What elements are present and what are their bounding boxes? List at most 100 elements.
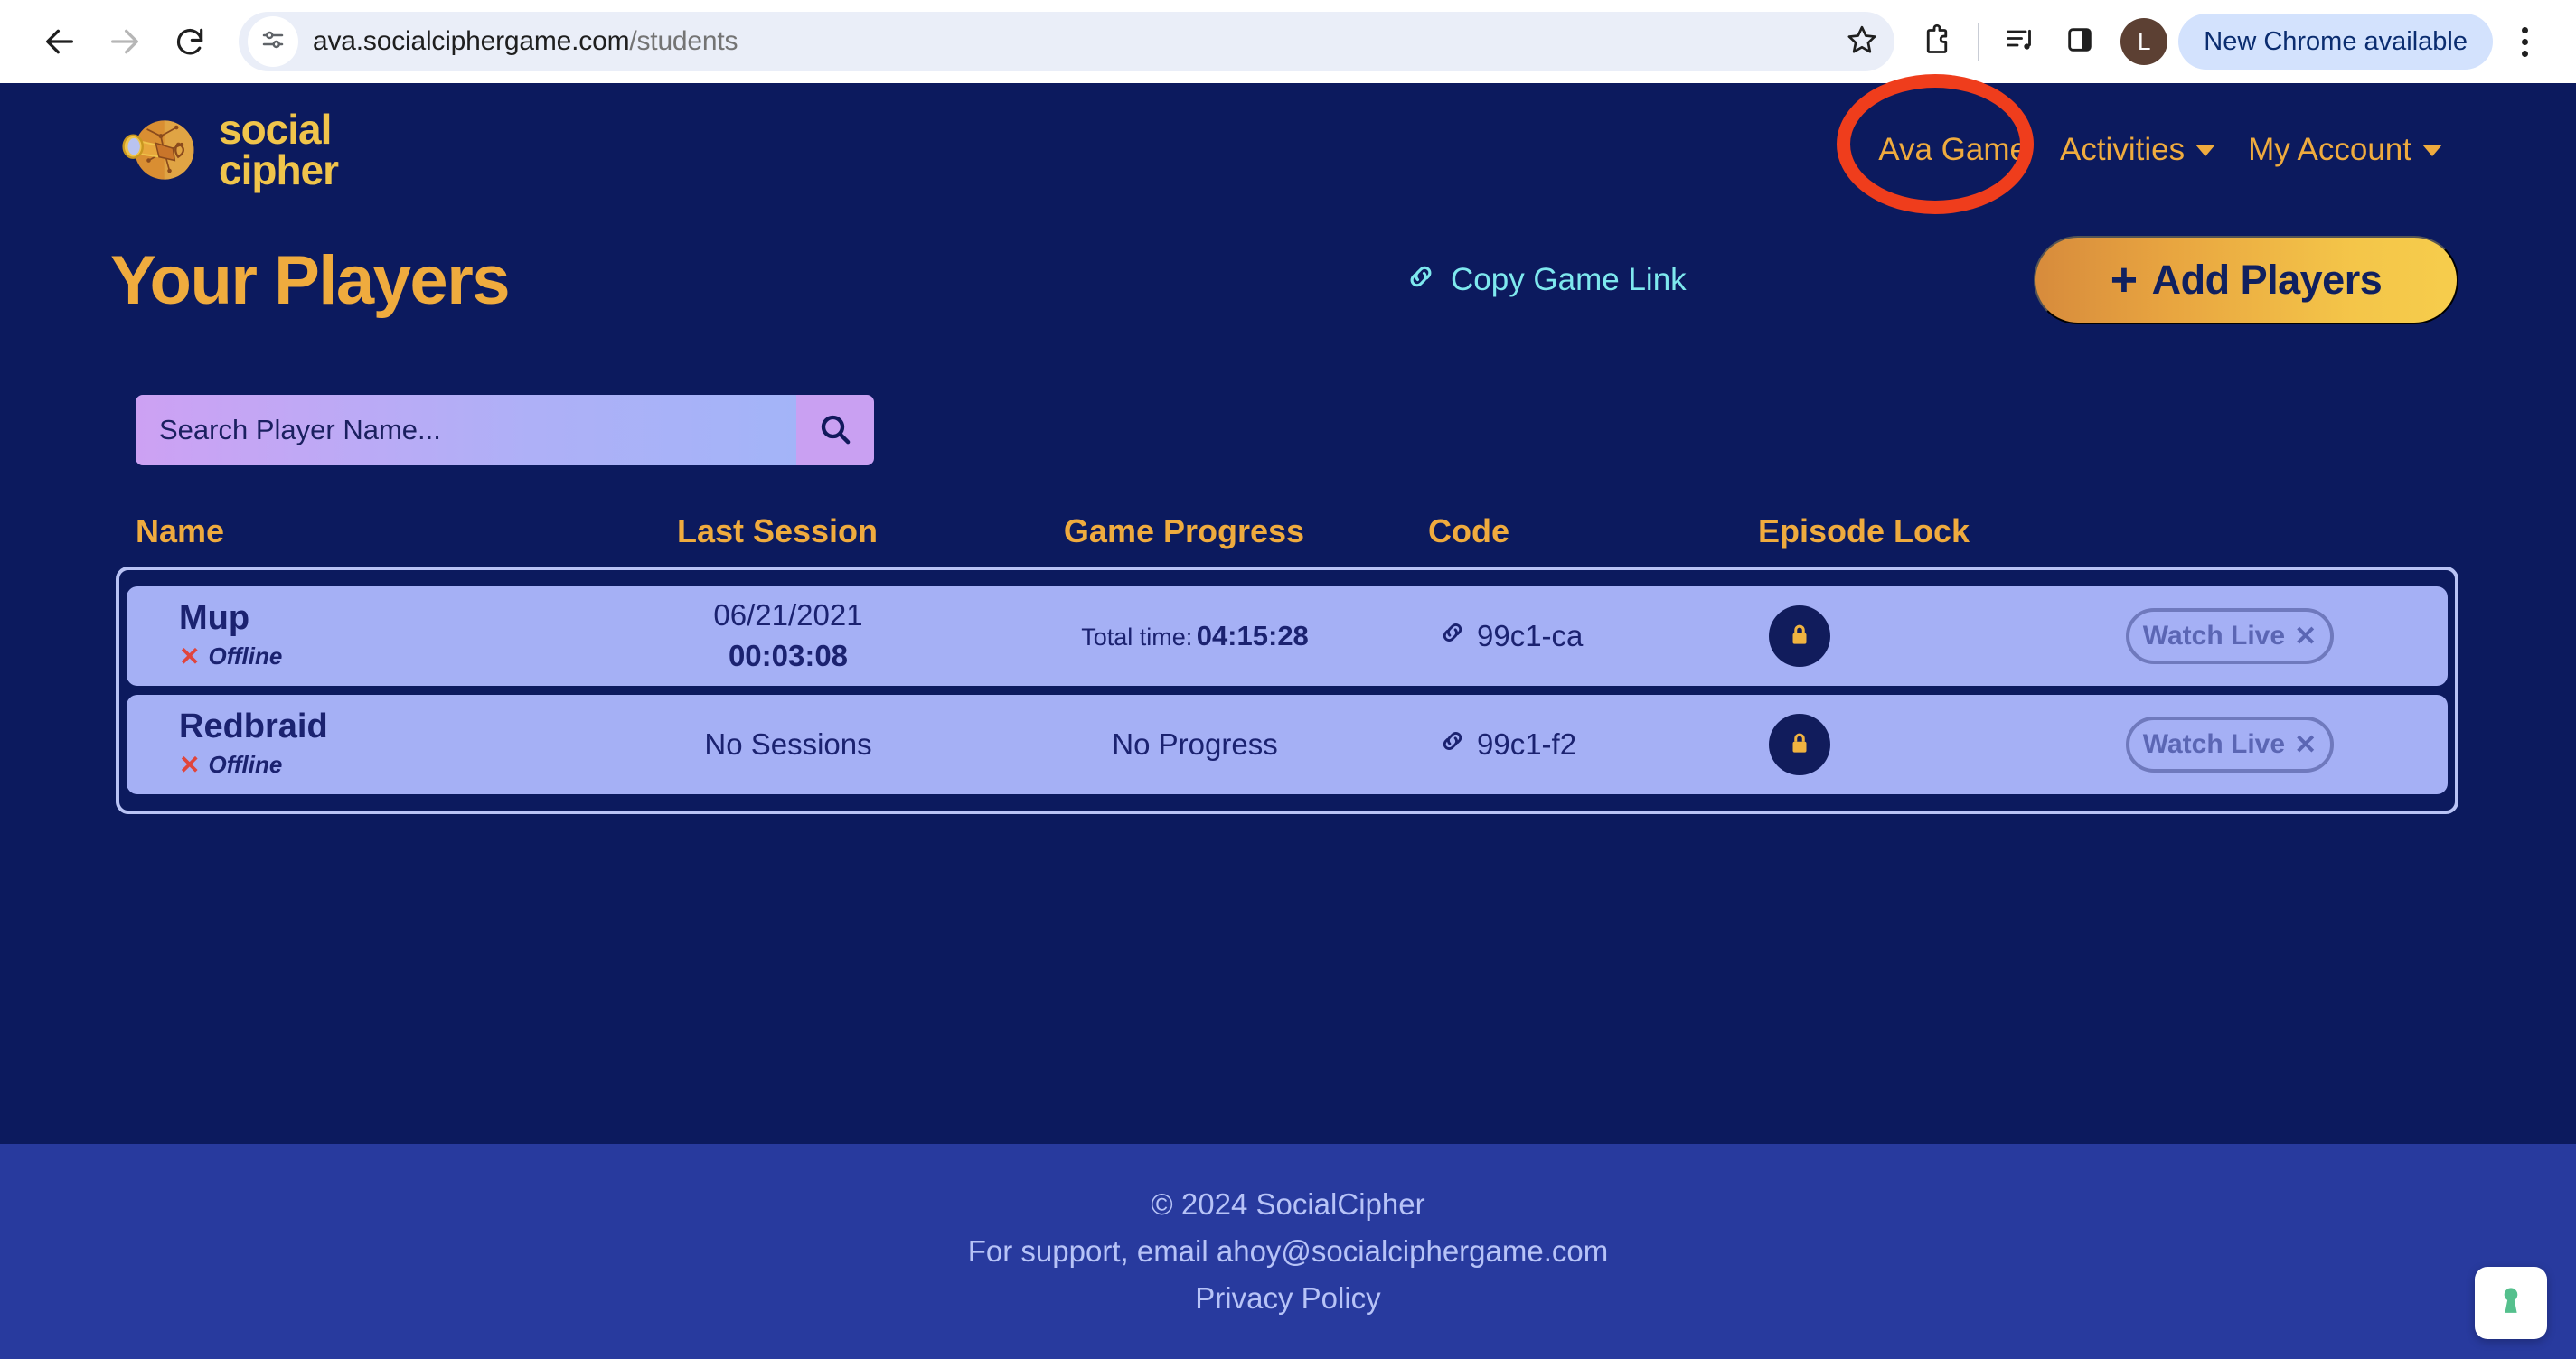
player-status-label: Offline — [208, 751, 283, 779]
three-dot-menu-icon — [2521, 26, 2528, 33]
session-duration: 00:03:08 — [728, 639, 849, 673]
footer-copyright: © 2024 SocialCipher — [1151, 1187, 1425, 1221]
nav-label: My Account — [2248, 132, 2411, 167]
extensions-puzzle-icon — [1921, 23, 1953, 61]
nav-label: Activities — [2059, 132, 2186, 167]
player-code: 99c1-f2 — [1477, 727, 1577, 761]
table-row[interactable]: Mup ✕ Offline 06/21/2021 00:03:08 Total … — [127, 586, 2448, 686]
search-input[interactable] — [136, 395, 796, 465]
brand-wordmark: social cipher — [219, 105, 339, 191]
player-name: Redbraid — [179, 707, 328, 745]
row-action-cell: Watch Live ✕ — [2126, 717, 2448, 773]
page-footer: © 2024 SocialCipher For support, email a… — [0, 1144, 2576, 1359]
player-code: 99c1-ca — [1477, 619, 1584, 652]
watch-live-button[interactable]: Watch Live ✕ — [2126, 608, 2334, 664]
browser-toolbar: ava.socialciphergame.com/students L New … — [0, 0, 2576, 83]
episode-lock-button[interactable] — [1769, 605, 1830, 667]
column-header-name: Name — [136, 512, 225, 549]
code-cell[interactable]: 99c1-ca — [1412, 619, 1737, 653]
profile-avatar[interactable]: L — [2120, 18, 2168, 65]
brand-logo[interactable]: social cipher — [116, 105, 339, 193]
search-icon — [817, 411, 853, 450]
column-header-actions — [2115, 512, 2576, 550]
players-table: Mup ✕ Offline 06/21/2021 00:03:08 Total … — [116, 567, 2458, 814]
watch-live-label: Watch Live — [2142, 729, 2286, 759]
nav-item-activities[interactable]: Activities — [2044, 121, 2232, 179]
reload-icon — [173, 24, 207, 59]
code-cell-inner: 99c1-f2 — [1439, 727, 1737, 762]
browser-menu-button[interactable] — [2500, 12, 2549, 71]
link-icon — [1406, 261, 1436, 300]
episode-lock-button[interactable] — [1769, 714, 1830, 775]
media-list-icon — [2004, 23, 2036, 61]
brand-word-line1: social — [219, 105, 332, 153]
media-control-button[interactable] — [1990, 12, 2050, 71]
chrome-update-button[interactable]: New Chrome available — [2178, 14, 2493, 70]
forward-arrow-icon — [107, 23, 143, 60]
total-time-label: Total time: — [1081, 623, 1193, 651]
reload-button[interactable] — [157, 9, 222, 74]
column-header-last-session: Last Session — [676, 512, 879, 549]
telescope-logo-icon — [116, 107, 202, 193]
player-status: ✕ Offline — [179, 750, 598, 780]
search-submit-button[interactable] — [796, 395, 874, 465]
toolbar-right-group: L New Chrome available — [1907, 12, 2549, 71]
close-icon: ✕ — [2294, 621, 2317, 651]
player-name: Mup — [179, 598, 250, 637]
extensions-button[interactable] — [1907, 12, 1967, 71]
session-none-label: No Sessions — [704, 727, 872, 761]
main-navigation: Ava Game Activities My Account — [1837, 74, 2458, 214]
episode-lock-cell — [1737, 714, 2126, 775]
add-players-button[interactable]: + Add Players — [2034, 236, 2458, 324]
support-widget-button[interactable] — [2475, 1267, 2547, 1339]
player-name-cell: Redbraid ✕ Offline — [146, 707, 598, 781]
table-header-row: Name Last Session Game Progress Code Epi… — [0, 512, 2576, 550]
offline-x-icon: ✕ — [179, 751, 201, 780]
progress-none-label: No Progress — [1112, 727, 1278, 761]
lock-icon — [1786, 621, 1813, 652]
game-progress-cell: No Progress — [978, 727, 1412, 762]
star-icon — [1846, 23, 1878, 61]
back-button[interactable] — [27, 9, 92, 74]
watch-live-label: Watch Live — [2142, 621, 2286, 651]
page-title: Your Players — [110, 241, 511, 319]
code-cell-inner: 99c1-ca — [1439, 619, 1737, 653]
page-root: social cipher Ava Game Activities My Acc… — [0, 74, 2576, 1359]
add-players-label: Add Players — [2151, 257, 2383, 303]
offline-x-icon: ✕ — [179, 642, 201, 671]
last-session-cell: No Sessions — [598, 727, 978, 762]
chevron-down-icon — [2422, 144, 2442, 156]
code-cell[interactable]: 99c1-f2 — [1412, 727, 1737, 762]
bookmark-button[interactable] — [1835, 14, 1889, 69]
back-arrow-icon — [42, 23, 78, 60]
column-header-episode-lock: Episode Lock — [1758, 512, 1970, 549]
copy-game-link-button[interactable]: Copy Game Link — [1406, 261, 1687, 300]
player-status: ✕ Offline — [179, 642, 598, 671]
side-panel-button[interactable] — [2050, 12, 2110, 71]
footer-privacy-policy-link[interactable]: Privacy Policy — [1195, 1281, 1380, 1316]
site-settings-button[interactable] — [248, 16, 298, 67]
copy-game-link-label: Copy Game Link — [1451, 262, 1687, 297]
table-row[interactable]: Redbraid ✕ Offline No Sessions No Progre… — [127, 695, 2448, 794]
game-progress-cell: Total time: 04:15:28 — [978, 620, 1412, 652]
watch-live-button[interactable]: Watch Live ✕ — [2126, 717, 2334, 773]
session-date: 06/21/2021 — [713, 597, 863, 632]
last-session-cell: 06/21/2021 00:03:08 — [598, 597, 978, 673]
search-bar — [136, 395, 874, 465]
nav-label: Ava Game — [1878, 132, 2027, 167]
chevron-down-icon — [2195, 144, 2216, 156]
nav-item-ava-game[interactable]: Ava Game — [1862, 121, 2044, 179]
total-time-value: 04:15:28 — [1196, 620, 1309, 651]
column-header-game-progress: Game Progress — [1063, 512, 1305, 549]
row-action-cell: Watch Live ✕ — [2126, 608, 2448, 664]
player-status-label: Offline — [208, 642, 283, 670]
site-settings-icon — [259, 26, 287, 58]
site-header: social cipher Ava Game Activities My Acc… — [0, 74, 2576, 217]
forward-button[interactable] — [92, 9, 157, 74]
side-panel-icon — [2064, 24, 2095, 60]
address-bar[interactable]: ava.socialciphergame.com/students — [239, 12, 1895, 71]
nav-item-my-account[interactable]: My Account — [2232, 121, 2458, 179]
close-icon: ✕ — [2294, 729, 2317, 760]
plus-icon: + — [2110, 254, 2138, 306]
lock-icon — [1786, 729, 1813, 761]
